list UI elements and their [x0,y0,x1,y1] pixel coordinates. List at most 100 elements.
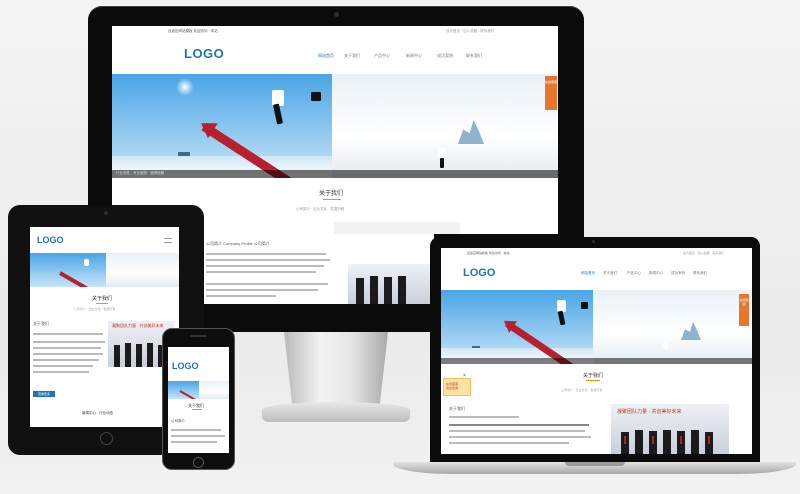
team-member [691,430,699,454]
hero-banner[interactable]: 行业领先 · 专业服务 · 值得信赖 [112,74,558,178]
nav-item-news[interactable]: 新闻中心 [406,53,422,59]
laptop-nav-cases[interactable]: 成功案例 [671,271,685,276]
team-member [114,345,120,367]
laptop-nav-contact[interactable]: 联系我们 [693,271,707,276]
text-line [33,365,93,367]
banner-caption: 行业领先 · 专业服务 · 值得信赖 [116,171,165,175]
about-title: 关于我们 [319,191,344,197]
red-tie [652,436,654,444]
menu-icon[interactable] [164,238,172,243]
laptop-team-photo: 凝聚团队力量 · 共创美好未来 [611,404,729,454]
red-tie [624,436,626,444]
monitor-stand-neck [284,332,388,406]
phone-title-underline [192,409,202,410]
banner-clouds [332,74,558,178]
laptop-logo[interactable]: LOGO [463,267,495,279]
service-popup[interactable]: 在线客服 欢迎咨询 [443,378,471,396]
text-line [206,259,330,261]
monitor-screen: 自适应网站模板 欢迎访问 · 本站 设为首页 · 加入收藏 · 联系我们 LOG… [112,26,558,234]
site-logo[interactable]: LOGO [184,46,224,61]
tablet-screen: LOGO 关于我们 公司简介 · 企业文化 · 发展历程 关于我们 查看更多 凝… [30,227,179,427]
team-photo [348,264,434,304]
laptop-logo-text: LOGO [463,267,496,279]
title-underline [323,199,341,200]
phone-about-sub: 公司简介 [171,419,185,423]
laptop-online-service-tab[interactable]: 在线客服 [739,294,749,326]
about-subtitle-links[interactable]: 公司简介 · 企业文化 · 发展历程 [296,207,344,212]
text-line [449,436,591,438]
text-line [33,333,103,335]
tablet-sub-heading: 关于我们 [33,321,49,326]
laptop-banner[interactable] [441,290,752,364]
text-line [449,416,519,418]
tablet-banner-clouds [106,253,179,287]
tablet-team-caption: 凝聚团队力量 · 共创美好未来 [112,323,164,328]
phone-logo[interactable]: LOGO [172,361,199,371]
text-line [171,441,217,443]
team-member [635,430,643,454]
online-service-tab-label: 在线客服 [545,80,558,84]
laptop-top-links[interactable]: 设为首页 · 加入收藏 · 联系我们 [683,251,724,256]
tablet-camera [104,211,108,215]
text-line [206,271,316,273]
service-popup-text: 在线客服 欢迎咨询 [446,382,459,390]
team-member [147,343,153,367]
tablet-banner-sky [30,253,106,287]
team-member [398,276,406,304]
nav-item-home[interactable]: 网站首页 [318,53,334,59]
nav-item-about[interactable]: 关于我们 [344,53,360,59]
top-bar-text: 自适应网站模板 欢迎访问 · 本站 [168,29,218,33]
online-service-tab[interactable]: 在线客服 [545,76,557,110]
monitor-camera [334,12,339,17]
text-line [33,371,89,373]
team-member [136,344,142,367]
laptop-subtitle-links[interactable]: 公司简介 · 企业文化 · 发展历程 [561,388,602,393]
phone-banner-clouds [199,381,229,399]
tablet-about-title: 关于我们 [92,296,113,302]
tablet-logo[interactable]: LOGO [37,235,64,245]
laptop-nav-products[interactable]: 产品中心 [627,271,641,276]
text-line [206,283,328,285]
text-line [33,359,99,361]
laptop-about-title: 关于我们 [583,373,604,379]
home-button[interactable] [100,432,113,445]
phone-home-button[interactable] [193,457,204,468]
about-intro-line: 公司简介 Company Profile 公司简介 [206,241,270,246]
laptop-banner-clouds [593,290,752,364]
tablet-more-button[interactable]: 查看更多 [33,391,55,397]
laptop-sub-heading: 关于我们 [449,406,465,411]
businessman-small-legs [440,158,444,168]
phone-banner[interactable] [168,381,229,399]
nav-item-cases[interactable]: 成功案例 [437,53,453,59]
top-links[interactable]: 设为首页 · 加入收藏 · 联系我们 [446,29,494,34]
laptop-nav-home[interactable]: 网站首页 [581,271,595,276]
text-line [206,295,276,297]
text-line [449,442,569,444]
tablet-banner[interactable] [30,253,179,287]
text-line [171,435,225,437]
laptop-nav-about[interactable]: 关于我们 [603,271,617,276]
businessman-small [438,148,445,158]
laptop-businessman-small [663,342,668,349]
close-icon[interactable]: × [463,373,466,379]
tablet-logo-text: LOGO [37,235,64,245]
monitor-screen-lower: 公司简介 Company Profile 公司简介 [204,234,434,304]
text-line [33,353,103,355]
laptop-nav-news[interactable]: 新闻中心 [649,271,663,276]
text-line [33,347,101,349]
tablet-subtitle-links[interactable]: 公司简介 · 企业文化 · 发展历程 [74,307,115,312]
nav-item-contact[interactable]: 联系我们 [466,53,482,59]
laptop-briefcase-icon [581,302,588,309]
tablet-news-title: 新闻中心 · 行业动态 [82,411,114,415]
nav-item-products[interactable]: 产品中心 [374,53,390,59]
laptop-camera [592,240,595,243]
tablet-more-label: 查看更多 [37,392,50,396]
text-line [449,430,585,432]
team-member [384,277,392,304]
team-member [370,276,378,304]
team-member [356,278,364,304]
text-line [206,289,318,291]
phone-speaker [190,335,207,337]
laptop-title-underline [586,380,600,381]
sun-icon [176,78,194,96]
